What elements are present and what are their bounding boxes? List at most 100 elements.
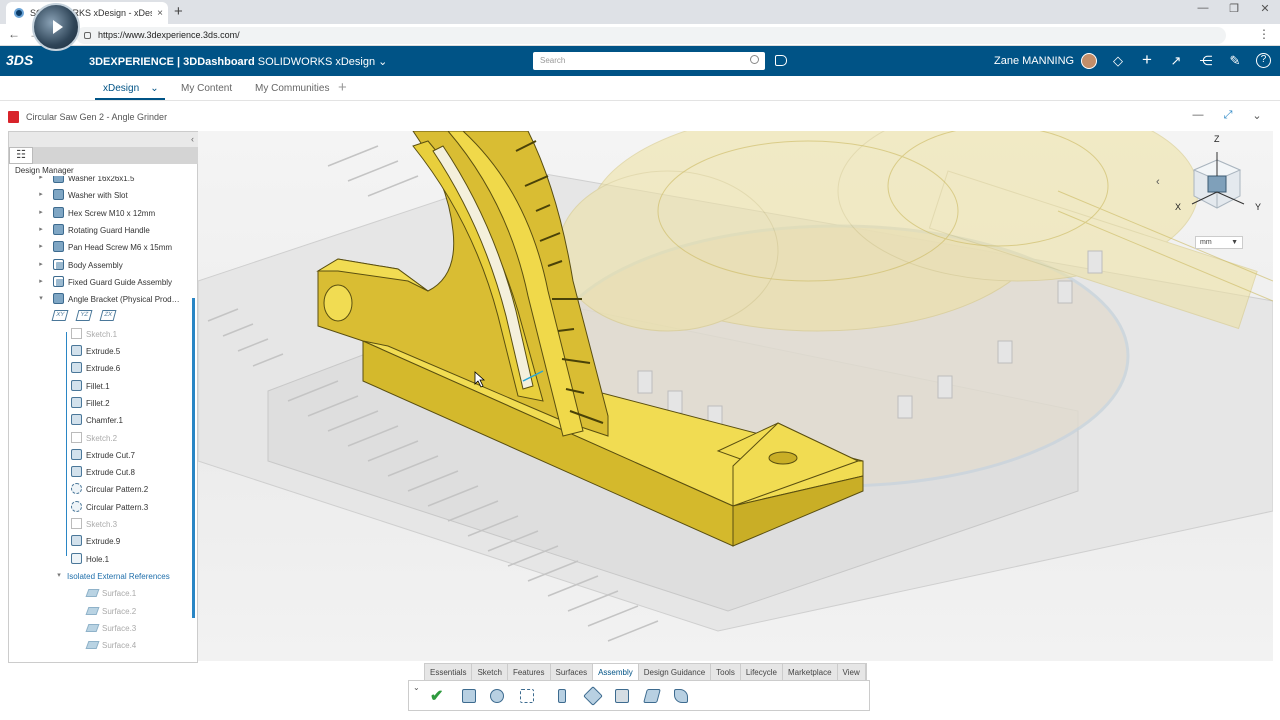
explode-icon[interactable] [555,686,575,706]
tree-item[interactable]: Surface.2 [9,603,192,620]
tab-essentials[interactable]: Essentials [425,664,473,680]
tab-lifecycle[interactable]: Lifecycle [741,664,783,680]
avatar[interactable] [1081,53,1097,69]
model-canvas[interactable] [198,131,1273,661]
window-close-button[interactable]: ✕ [1250,2,1280,15]
user-name[interactable]: Zane MANNING [994,55,1074,67]
3d-viewport[interactable] [198,131,1273,661]
browser-tab[interactable]: SOLIDWORKS xDesign - xDesign × [6,2,168,24]
search-icon[interactable] [750,55,759,64]
browser-menu-icon[interactable]: ⋮ [1258,27,1270,41]
collapse-icon[interactable]: ▾ [55,571,63,579]
tree-item[interactable]: Surface.4 [9,637,192,654]
tree-item[interactable]: Chamfer.1 [9,412,192,429]
tree-item[interactable]: Fillet.1 [9,378,192,395]
expand-icon[interactable]: ▸ [37,190,45,198]
tree-item[interactable]: Extrude Cut.7 [9,447,192,464]
view-back-button[interactable]: ‹ [1156,176,1160,188]
tree-view-icon[interactable]: ☷ [9,147,33,164]
tab-surfaces[interactable]: Surfaces [551,664,594,680]
doc-minimize-button[interactable]: — [1190,109,1206,121]
doc-fullscreen-button[interactable]: ⤢ [1220,109,1236,122]
expand-icon[interactable]: ▸ [37,242,45,250]
tree-item[interactable]: ▸ Fixed Guard Guide Assembly [9,274,192,291]
design-manager-title: Design Manager [15,166,74,175]
tree-item[interactable]: ▸ Rotating Guard Handle [9,222,192,239]
tree-item[interactable]: Hole.1 [9,551,192,568]
tree-item[interactable]: Surface.3 [9,620,192,637]
tree-item[interactable]: Sketch.2 [9,430,192,447]
doc-more-button[interactable]: ⌄ [1249,109,1265,122]
plane-yz-icon[interactable]: YZ [75,310,93,322]
help-icon[interactable]: ? [1256,53,1271,68]
pattern-icon[interactable] [517,686,537,706]
view-cube[interactable] [1186,152,1248,214]
reference-planes-row[interactable]: XY YZ ZX [9,308,192,325]
social-icon[interactable]: ⋲ [1197,53,1215,69]
tab-my-communities[interactable]: My Communities [255,83,329,94]
tab-assembly[interactable]: Assembly [593,664,639,680]
tree-item[interactable]: ▸ Pan Head Screw M6 x 15mm [9,239,192,256]
plane-xy-icon[interactable]: XY [51,310,69,322]
back-button[interactable]: ← [5,27,23,41]
search-input[interactable]: Search [533,52,765,70]
mechanism-icon[interactable] [642,686,662,706]
url-field[interactable]: https://www.3dexperience.3ds.com/ [76,27,1226,44]
mate-icon[interactable] [583,686,603,706]
tab-close-icon[interactable]: × [152,8,168,19]
tab-view[interactable]: View [838,664,866,680]
expand-icon[interactable]: ▸ [37,176,45,181]
new-tab-button[interactable]: + [174,3,183,20]
tree-item[interactable]: ▸ Hex Screw M10 x 12mm [9,205,192,222]
tree-item[interactable]: Circular Pattern.3 [9,499,192,516]
motion-icon[interactable] [671,686,691,706]
tree-item[interactable]: Surface.1 [9,585,192,602]
interference-icon[interactable] [612,686,632,706]
tree-item[interactable]: Extrude.6 [9,360,192,377]
tree-item[interactable]: ▸ Body Assembly [9,257,192,274]
action-bar-toggle-icon[interactable]: ⌄ [413,683,420,692]
notification-icon[interactable]: ◇ [1109,53,1127,69]
tab-my-content[interactable]: My Content [181,83,232,94]
insert-component-icon[interactable] [459,686,479,706]
tree-item[interactable]: Sketch.3 [9,516,192,533]
tree-item[interactable]: Sketch.1 [9,326,192,343]
tools-icon[interactable]: ✎ [1226,53,1244,69]
window-minimize-button[interactable]: — [1188,2,1218,14]
view-cube-graphic[interactable] [1186,152,1248,214]
collapse-icon[interactable]: ▾ [37,294,45,302]
tree-item[interactable]: ▾ Isolated External References [9,568,192,585]
expand-icon[interactable]: ▸ [37,208,45,216]
tree-item[interactable]: Extrude Cut.8 [9,464,192,481]
add-tab-button[interactable]: + [338,79,347,96]
tree-item[interactable]: ▾ Angle Bracket (Physical Prod… [9,291,192,308]
tab-design-guidance[interactable]: Design Guidance [639,664,712,680]
plane-zx-icon[interactable]: ZX [99,310,117,322]
platform-brand[interactable]: 3DEXPERIENCE | 3DDashboard SOLIDWORKS xD… [89,55,387,68]
tab-tools[interactable]: Tools [711,664,741,680]
tree-item[interactable]: Extrude.9 [9,533,192,550]
tab-features[interactable]: Features [508,664,551,680]
tree-item[interactable]: ▸ Washer 16x26x1.5 [9,176,192,187]
tree-item[interactable]: Circular Pattern.2 [9,481,192,498]
add-icon[interactable]: + [1138,50,1156,70]
insert-part-icon[interactable] [487,686,507,706]
tree-scrollbar[interactable] [192,298,195,618]
check-icon[interactable]: ✔ [429,686,449,706]
share-icon[interactable]: ↗ [1167,53,1185,69]
collapse-panel-button[interactable]: ‹ [191,134,194,144]
expand-icon[interactable]: ▸ [37,260,45,268]
tag-icon[interactable] [775,55,787,66]
tree-item[interactable]: Extrude.5 [9,343,192,360]
expand-icon[interactable]: ▸ [37,225,45,233]
expand-icon[interactable]: ▸ [37,277,45,285]
tree-item[interactable]: ▸ Washer with Slot [9,187,192,204]
compass-icon[interactable] [32,3,80,51]
tab-xdesign[interactable]: xDesign ⌄ [103,83,159,94]
tree-item[interactable]: Fillet.2 [9,395,192,412]
units-select[interactable]: mm ▼ [1195,236,1243,249]
tab-sketch[interactable]: Sketch [472,664,508,680]
feat-icon [71,448,82,460]
tab-marketplace[interactable]: Marketplace [783,664,838,680]
window-restore-button[interactable]: ❐ [1219,2,1249,15]
